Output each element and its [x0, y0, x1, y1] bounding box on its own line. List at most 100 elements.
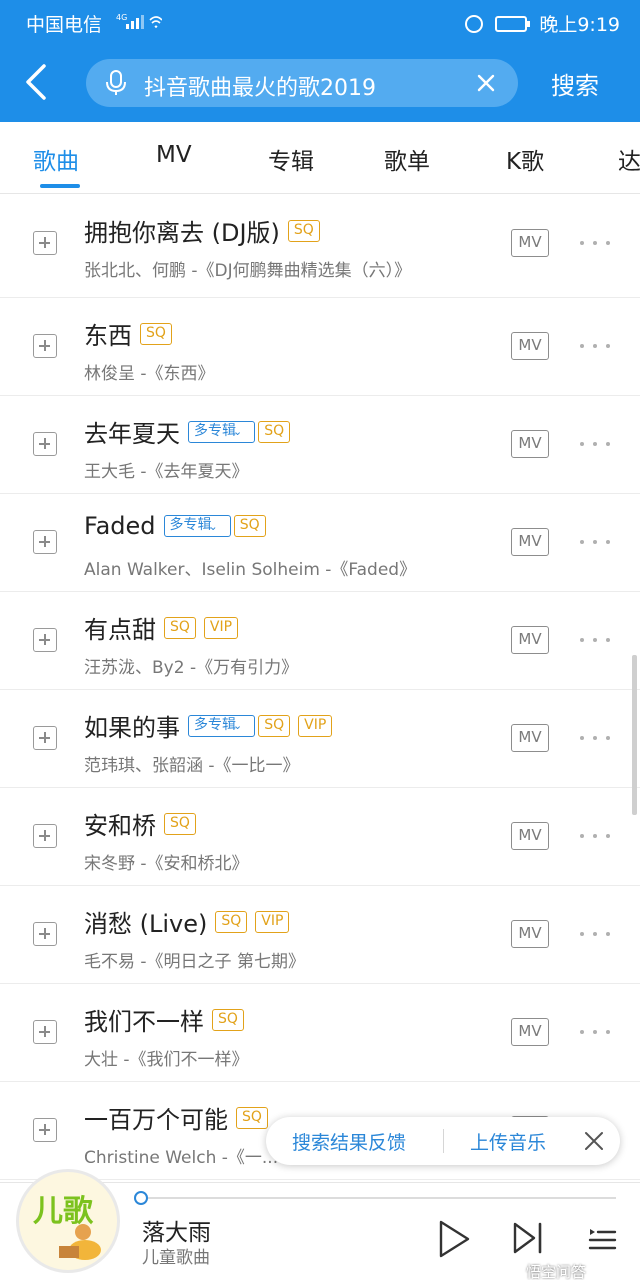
tab-talent[interactable]: 达 [618, 142, 640, 176]
song-title-line: 安和桥 SQ [84, 806, 196, 841]
vip-badge: VIP [255, 910, 290, 933]
add-to-playlist-icon[interactable] [33, 1020, 57, 1044]
feedback-bar: 搜索结果反馈 上传音乐 [266, 1117, 620, 1165]
song-title: 东西 [84, 322, 132, 350]
mv-button[interactable]: MV [511, 920, 549, 948]
multi-album-badge[interactable]: 多专辑 [163, 515, 231, 537]
upload-music-button[interactable]: 上传音乐 [470, 1128, 546, 1155]
more-options-icon[interactable] [580, 432, 610, 456]
status-right: 晚上9:19 [465, 10, 620, 37]
add-to-playlist-icon[interactable] [33, 1118, 57, 1142]
mv-button[interactable]: MV [511, 626, 549, 654]
tab-songs[interactable]: 歌曲 [33, 142, 79, 176]
song-title-line: Faded 多专辑 ⌄ SQ [84, 512, 266, 540]
song-row[interactable]: 消愁 (Live) SQ VIP 毛不易 -《明日之子 第七期》 MV [0, 886, 640, 984]
tab-karaoke[interactable]: K歌 [506, 142, 544, 176]
battery-icon [495, 15, 531, 32]
tab-mv[interactable]: MV [156, 142, 192, 168]
sq-badge: SQ [287, 219, 320, 242]
sq-badge: SQ [258, 420, 291, 443]
song-row[interactable]: 安和桥 SQ 宋冬野 -《安和桥北》 MV [0, 788, 640, 886]
song-row[interactable]: 我们不一样 SQ 大壮 -《我们不一样》 MV [0, 984, 640, 1082]
back-button[interactable] [20, 60, 60, 104]
clear-icon[interactable] [474, 71, 498, 95]
song-title-line: 拥抱你离去 (DJ版) SQ [84, 213, 320, 248]
mv-button[interactable]: MV [511, 528, 549, 556]
song-artist-album: Alan Walker、Iselin Solheim -《Faded》 [84, 560, 417, 580]
add-to-playlist-icon[interactable] [33, 726, 57, 750]
song-artist-album: 大壮 -《我们不一样》 [84, 1050, 249, 1070]
more-options-icon[interactable] [580, 530, 610, 554]
scrollbar[interactable] [632, 655, 637, 815]
song-artist-album: 王大毛 -《去年夏天》 [84, 462, 249, 482]
add-to-playlist-icon[interactable] [33, 628, 57, 652]
mv-button[interactable]: MV [511, 822, 549, 850]
play-icon [439, 1220, 470, 1258]
next-button[interactable] [512, 1221, 544, 1255]
sq-badge: SQ [236, 1106, 268, 1129]
mini-player[interactable]: 儿歌 落大雨 儿童歌曲 悟空问答 [0, 1169, 640, 1280]
playlist-icon [588, 1229, 617, 1250]
chevron-left-icon [26, 64, 46, 100]
song-title: 去年夏天 [84, 420, 180, 448]
song-title: 消愁 (Live) [84, 910, 208, 938]
more-options-icon[interactable] [580, 231, 610, 255]
signal-icon: 4G [116, 12, 163, 35]
song-row[interactable]: Faded 多专辑 ⌄ SQ Alan Walker、Iselin Solheim -《… [0, 494, 640, 592]
song-row[interactable]: 有点甜 SQ VIP 汪苏泷、By2 -《万有引力》 MV [0, 592, 640, 690]
song-row[interactable]: 拥抱你离去 (DJ版) SQ 张北北、何鹏 -《DJ何鹏舞曲精选集（六）》 MV [0, 195, 640, 298]
mv-button[interactable]: MV [511, 430, 549, 458]
multi-album-badge[interactable]: 多专辑 [188, 714, 255, 737]
add-to-playlist-icon[interactable] [33, 334, 57, 358]
multi-album-badge[interactable]: 多专辑 [188, 420, 255, 443]
playlist-button[interactable] [587, 1223, 617, 1253]
song-artist-album: 汪苏泷、By2 -《万有引力》 [84, 658, 299, 678]
search-query-text: 抖音歌曲最火的歌2019 [144, 76, 376, 101]
song-title: 一百万个可能 [84, 1106, 228, 1134]
feedback-button[interactable]: 搜索结果反馈 [292, 1128, 406, 1155]
song-title: Faded [84, 512, 156, 540]
add-to-playlist-icon[interactable] [33, 530, 57, 554]
tab-albums[interactable]: 专辑 [268, 142, 314, 176]
album-cover[interactable]: 儿歌 [16, 1169, 120, 1273]
add-to-playlist-icon[interactable] [33, 432, 57, 456]
mv-button[interactable]: MV [511, 724, 549, 752]
song-artist-album: Christine Welch -《一... [84, 1148, 279, 1168]
more-options-icon[interactable] [580, 628, 610, 652]
song-title: 我们不一样 [84, 1008, 204, 1036]
add-to-playlist-icon[interactable] [33, 922, 57, 946]
more-options-icon[interactable] [580, 726, 610, 750]
more-options-icon[interactable] [580, 922, 610, 946]
more-options-icon[interactable] [580, 334, 610, 358]
more-options-icon[interactable] [580, 824, 610, 848]
mv-button[interactable]: MV [511, 332, 549, 360]
progress-handle[interactable] [134, 1191, 148, 1205]
watermark: 悟空问答 [526, 1263, 587, 1280]
close-icon[interactable] [582, 1129, 606, 1153]
song-row[interactable]: 东西 SQ 林俊呈 -《东西》 MV [0, 298, 640, 396]
song-row[interactable]: 去年夏天 多专辑 ⌄ SQ 王大毛 -《去年夏天》 MV [0, 396, 640, 494]
mv-button[interactable]: MV [511, 1018, 549, 1046]
add-to-playlist-icon[interactable] [33, 824, 57, 848]
song-list: 拥抱你离去 (DJ版) SQ 张北北、何鹏 -《DJ何鹏舞曲精选集（六）》 MV 东西 S… [0, 195, 640, 1180]
song-title: 安和桥 [84, 812, 156, 840]
progress-bar[interactable] [140, 1197, 616, 1199]
sq-badge: SQ [164, 616, 196, 639]
song-title: 如果的事 [84, 714, 180, 742]
song-title-line: 消愁 (Live) SQ VIP [84, 904, 290, 939]
play-button[interactable] [437, 1219, 471, 1259]
song-row[interactable]: 如果的事 多专辑 ⌄ SQ VIP 范玮琪、张韶涵 -《一比一》 MV [0, 690, 640, 788]
more-options-icon[interactable] [580, 1020, 610, 1044]
clock: 晚上9:19 [539, 14, 620, 36]
tab-playlists[interactable]: 歌单 [384, 142, 430, 176]
voice-search-icon[interactable] [102, 69, 130, 97]
status-bar: 中国电信 4G 晚上9:19 [0, 0, 640, 44]
search-input[interactable]: 抖音歌曲最火的歌2019 [86, 59, 518, 107]
sq-badge: SQ [212, 1008, 244, 1031]
add-to-playlist-icon[interactable] [33, 231, 57, 255]
song-title: 有点甜 [84, 616, 156, 644]
now-playing-title: 落大雨 [142, 1220, 211, 1246]
search-button[interactable]: 搜索 [551, 66, 599, 101]
sq-badge: SQ [215, 910, 248, 933]
mv-button[interactable]: MV [511, 229, 549, 257]
